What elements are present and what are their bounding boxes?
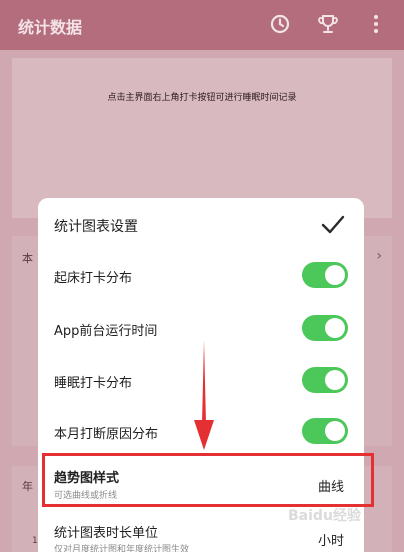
baidu-watermark: Baidu经验 [288, 508, 361, 524]
annotation-arrow [194, 340, 214, 450]
duration-unit-title: 统计图表时长单位 [54, 526, 159, 541]
toggle-knob [325, 318, 345, 338]
toggle-knob [325, 421, 345, 441]
check-icon[interactable] [320, 212, 346, 238]
toggle-knob [325, 370, 345, 390]
card-label: 年 [22, 480, 33, 493]
setting-label: App前台运行时间 [54, 324, 158, 339]
interrupt-toggle[interactable] [302, 418, 348, 444]
sleep-hint-text: 点击主界面右上角打卡按钮可进行睡眠时间记录 [107, 93, 297, 103]
more-vert-icon[interactable] [364, 12, 388, 36]
dialog-title: 统计图表设置 [54, 219, 138, 235]
app-header: 统计数据 [0, 0, 404, 50]
duration-unit-subtitle: 仅对月度统计图和年度统计图生效 [54, 545, 190, 552]
toggle-knob [325, 265, 345, 285]
app-title: 统计数据 [18, 18, 83, 37]
axis-tick: 1 [32, 536, 38, 546]
setting-label: 起床打卡分布 [54, 271, 133, 286]
card-label: 本 [22, 252, 33, 265]
setting-label: 本月打断原因分布 [54, 427, 159, 442]
trophy-icon[interactable] [316, 12, 340, 36]
annotation-highlight-box [42, 453, 374, 507]
sleep-toggle[interactable] [302, 367, 348, 393]
chevron-right-icon: › [376, 248, 382, 264]
setting-label: 睡眠打卡分布 [54, 376, 133, 391]
duration-unit-value: 小时 [317, 534, 344, 549]
clock-icon[interactable] [268, 12, 292, 36]
sleep-hint-card: 点击主界面右上角打卡按钮可进行睡眠时间记录 [12, 58, 392, 218]
wakeup-toggle[interactable] [302, 262, 348, 288]
dialog-header: 统计图表设置 [38, 198, 364, 252]
setting-row-wakeup: 起床打卡分布 [38, 248, 364, 302]
app-time-toggle[interactable] [302, 315, 348, 341]
